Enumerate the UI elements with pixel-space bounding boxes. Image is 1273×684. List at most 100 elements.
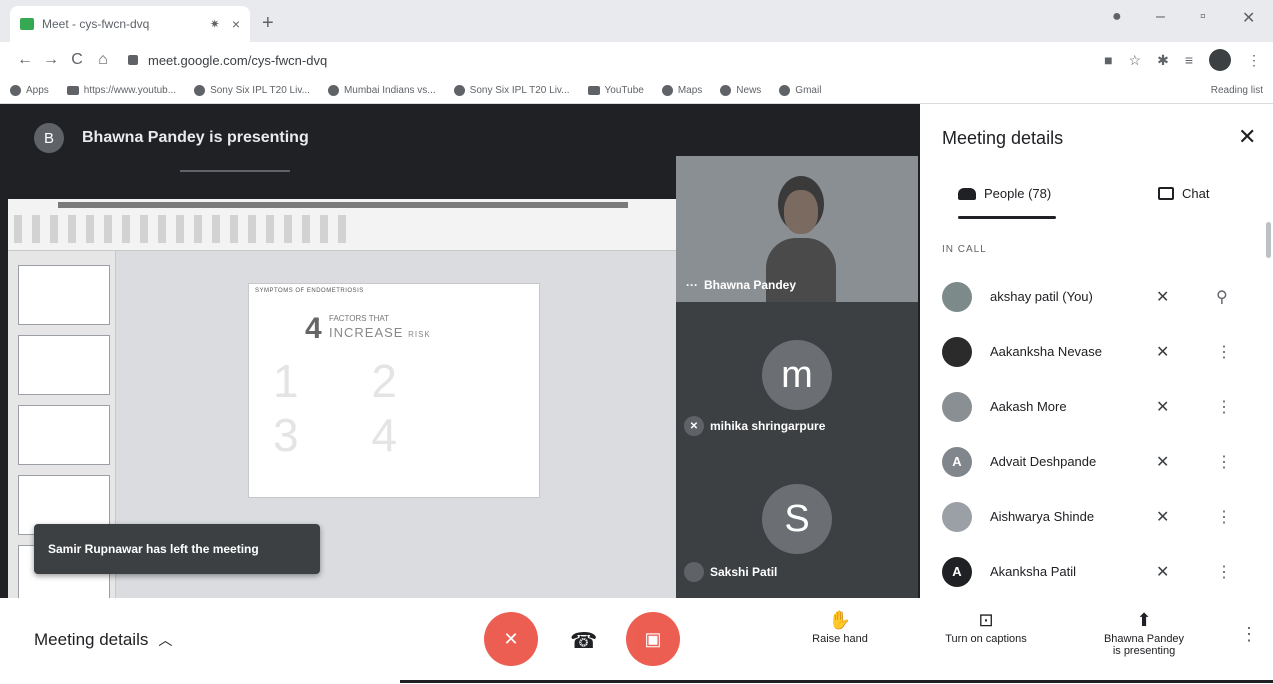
extension-icon[interactable]: ● — [1112, 8, 1122, 26]
captions-icon: ⊡ — [978, 610, 994, 630]
participant-avatar: A — [942, 446, 972, 477]
apps-icon — [10, 85, 21, 96]
presenter-video-tile[interactable]: ··· Bhawna Pandey — [676, 156, 918, 302]
url-bar[interactable]: meet.google.com/cys-fwcn-dvq — [128, 46, 688, 74]
slide-big-number: 4 — [305, 312, 322, 345]
more-options-icon[interactable]: ⋮ — [1216, 562, 1232, 582]
captions-button[interactable]: ⊡ Turn on captions — [926, 610, 1046, 645]
slide-risk-word: RISK — [408, 330, 431, 339]
tab-chat[interactable]: Chat — [1158, 186, 1209, 201]
news-icon — [720, 85, 732, 96]
hand-icon: ✋ — [828, 610, 852, 630]
participant-name: akshay patil (You) — [990, 289, 1093, 304]
participant-tile[interactable]: S Sakshi Patil — [676, 450, 918, 598]
maximize-icon[interactable]: ▫ — [1200, 8, 1206, 26]
participant-row[interactable]: Aishwarya Shinde ✕ ⋮ — [920, 489, 1273, 544]
ppt-tools — [14, 215, 354, 243]
people-icon — [958, 187, 976, 200]
participant-tile-name: ✕ mihika shringarpure — [684, 416, 825, 436]
reading-list-button[interactable]: Reading list — [1211, 85, 1263, 96]
presenter-tile-name: ··· Bhawna Pandey — [686, 278, 796, 292]
bookmark-label: Sony Six IPL T20 Liv... — [469, 85, 570, 96]
more-options-icon[interactable]: ⋮ — [1216, 397, 1232, 417]
active-tab-indicator — [958, 216, 1056, 219]
left-meeting-toast: Samir Rupnawar has left the meeting — [34, 524, 320, 574]
more-dots-icon[interactable]: ··· — [686, 278, 698, 292]
camera-icon[interactable]: ■ — [1104, 52, 1112, 68]
raise-hand-button[interactable]: ✋ Raise hand — [780, 610, 900, 645]
slide-factors-text: FACTORS THAT — [329, 314, 390, 323]
bookmark-item[interactable]: Maps — [661, 85, 702, 96]
participant-avatar — [942, 336, 972, 367]
meeting-details-button[interactable]: Meeting details ︿ — [34, 630, 172, 650]
chat-icon — [1158, 187, 1174, 200]
media-icon[interactable]: ≡ — [1185, 52, 1193, 68]
participant-avatar: m — [762, 340, 832, 410]
back-icon[interactable]: ← — [12, 51, 38, 69]
more-options-icon[interactable]: ⋮ — [1216, 342, 1232, 362]
bookmark-item[interactable]: Mumbai Indians vs... — [327, 85, 436, 96]
bookmark-item[interactable]: Apps — [10, 85, 49, 96]
more-options-icon[interactable]: ⋮ — [1216, 452, 1232, 472]
slide-increase-text: INCREASE RISK — [329, 325, 431, 340]
bookmark-item[interactable]: News — [720, 85, 761, 96]
meeting-controls-bar: Meeting details ︿ ✕ ☎ ▣ ✋ Raise hand ⊡ T… — [0, 598, 1273, 684]
bookmark-item[interactable]: https://www.youtub... — [66, 85, 177, 96]
participant-name: Aishwarya Shinde — [990, 509, 1095, 524]
presenting-line2: is presenting — [1112, 645, 1176, 657]
participant-name: Sakshi Patil — [710, 565, 778, 579]
audio-icon: ✷ — [209, 17, 220, 31]
home-icon[interactable]: ⌂ — [90, 51, 116, 69]
mic-toggle-button[interactable]: ✕ — [484, 612, 538, 666]
muted-mic-icon: ✕ — [1156, 508, 1170, 526]
tab-close-icon[interactable]: × — [232, 16, 240, 32]
tab-people[interactable]: People (78) — [958, 186, 1051, 201]
bookmark-item[interactable]: Gmail — [779, 85, 821, 96]
muted-mic-icon: ✕ — [1156, 288, 1170, 306]
participant-avatar — [942, 281, 972, 312]
window-close-icon[interactable]: ✕ — [1242, 8, 1255, 28]
presenting-button[interactable]: ⬆ Bhawna Pandey is presenting — [1084, 610, 1204, 657]
extensions-icon[interactable]: ✱ — [1157, 52, 1169, 69]
participant-name: Advait Deshpande — [990, 454, 1097, 469]
presenter-text: Bhawna Pandey is presenting — [82, 129, 309, 146]
tab-people-label: People (78) — [984, 186, 1052, 201]
bookmark-label: https://www.youtub... — [83, 85, 177, 96]
pin-icon[interactable]: ⚲ — [1216, 287, 1228, 307]
camera-toggle-button[interactable]: ▣ — [626, 612, 680, 666]
panel-scrollbar[interactable] — [1266, 222, 1271, 258]
captions-label: Turn on captions — [945, 633, 1027, 645]
participant-avatar: S — [762, 484, 832, 554]
participant-row[interactable]: A Advait Deshpande ✕ ⋮ — [920, 434, 1273, 489]
hangup-button[interactable]: ☎ — [570, 628, 597, 654]
participant-name: mihika shringarpure — [710, 419, 826, 433]
profile-avatar[interactable] — [1209, 49, 1231, 71]
new-tab-button[interactable]: + — [262, 12, 274, 35]
forward-icon[interactable]: → — [38, 51, 64, 69]
more-options-icon[interactable]: ⋮ — [1216, 507, 1232, 527]
participant-tile[interactable]: m ✕ mihika shringarpure — [676, 302, 918, 450]
close-icon[interactable]: ✕ — [1238, 124, 1256, 150]
participant-row[interactable]: Aakash More ✕ ⋮ — [920, 379, 1273, 434]
more-options-icon[interactable]: ⋮ — [1240, 624, 1258, 645]
participant-row[interactable]: akshay patil (You) ✕ ⚲ — [920, 269, 1273, 324]
meeting-details-panel: Meeting details ✕ People (78) Chat IN CA… — [920, 104, 1273, 598]
bookmark-item[interactable]: YouTube — [587, 85, 644, 96]
panel-tabs: People (78) Chat — [920, 180, 1273, 220]
panel-title: Meeting details — [942, 128, 1064, 148]
divider — [180, 170, 290, 172]
muted-mic-icon: ✕ — [1156, 453, 1170, 471]
participant-row[interactable]: A Akanksha Patil ✕ ⋮ — [920, 544, 1273, 599]
minimize-icon[interactable]: – — [1156, 8, 1165, 26]
participant-row[interactable]: Aakanksha Nevase ✕ ⋮ — [920, 324, 1273, 379]
reload-icon[interactable]: C — [64, 51, 90, 69]
address-toolbar: ← → C ⌂ meet.google.com/cys-fwcn-dvq ■ ☆… — [0, 42, 1273, 78]
camera-off-icon: ▣ — [644, 628, 662, 649]
bookmark-item[interactable]: Sony Six IPL T20 Liv... — [194, 85, 310, 96]
bookmark-item[interactable]: Sony Six IPL T20 Liv... — [453, 85, 570, 96]
present-screen-icon: ⬆ — [1136, 610, 1152, 630]
browser-tab[interactable]: Meet - cys-fwcn-dvq ✷ × — [10, 6, 250, 42]
star-icon[interactable]: ☆ — [1129, 52, 1142, 69]
participant-name: Aakanksha Nevase — [990, 344, 1103, 359]
menu-dots-icon[interactable]: ⋮ — [1247, 52, 1261, 69]
